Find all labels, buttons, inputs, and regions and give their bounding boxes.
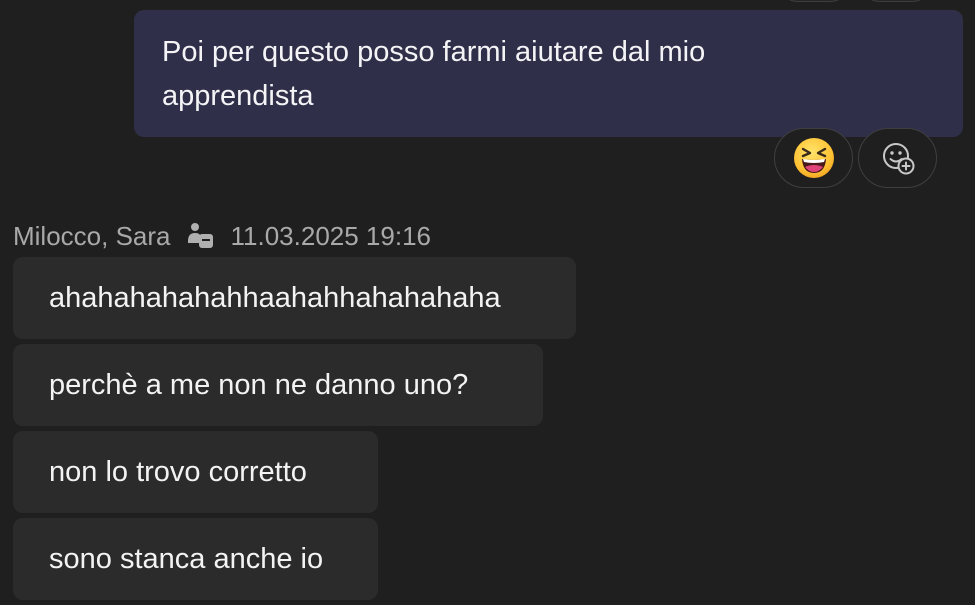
received-message-bubble[interactable]: perchè a me non ne danno uno? xyxy=(13,344,543,426)
received-message-bubble[interactable]: sono stanca anche io xyxy=(13,518,378,600)
reaction-laugh-button[interactable] xyxy=(774,128,853,188)
grinning-squinting-face-icon xyxy=(793,138,834,178)
message-timestamp: 11.03.2025 19:16 xyxy=(230,220,431,251)
received-message-text: sono stanca anche io xyxy=(49,542,324,575)
received-message-text: perchè a me non ne danno uno? xyxy=(49,368,469,401)
sent-message-bubble[interactable]: Poi per questo posso farmi aiutare dal m… xyxy=(134,10,963,137)
sender-name[interactable]: Milocco, Sara xyxy=(13,221,171,252)
received-message-bubble[interactable]: non lo trovo corretto xyxy=(13,431,378,513)
received-message-text: non lo trovo corretto xyxy=(49,455,307,488)
reaction-pill-partial[interactable] xyxy=(860,0,932,2)
add-reaction-button[interactable] xyxy=(858,128,937,188)
reaction-pill-partial[interactable] xyxy=(778,0,850,2)
sent-message-text: Poi per questo posso farmi aiutare dal m… xyxy=(162,36,706,112)
received-message-bubble[interactable]: ahahahahahahhaahahhahahahaha xyxy=(13,257,576,339)
away-status-icon xyxy=(185,221,215,251)
received-message-text: ahahahahahahhaahahhahahahaha xyxy=(49,281,501,314)
message-header: Milocco, Sara 11.03.2025 19:16 xyxy=(13,216,431,256)
chat-thread: Poi per questo posso farmi aiutare dal m… xyxy=(0,0,975,605)
add-reaction-icon xyxy=(882,143,914,175)
